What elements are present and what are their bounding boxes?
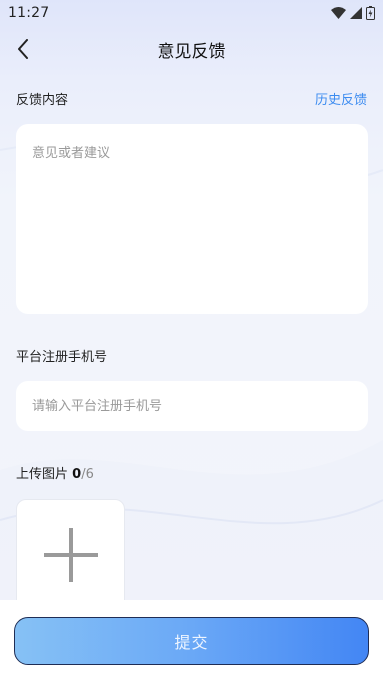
back-button[interactable] (10, 36, 36, 62)
navigation-bar: 意见反馈 (0, 26, 383, 72)
plus-icon (43, 528, 98, 582)
cellular-signal-icon (350, 7, 362, 19)
upload-images-label: 上传图片 0/6 (16, 463, 94, 482)
wifi-icon (331, 7, 346, 19)
history-feedback-link[interactable]: 历史反馈 (315, 89, 367, 108)
battery-icon (366, 6, 375, 20)
status-icons (331, 6, 375, 20)
upload-label-text: 上传图片 (16, 467, 69, 482)
page-title: 意见反馈 (157, 41, 226, 62)
status-time: 11:27 (8, 5, 50, 21)
status-bar: 11:27 (0, 0, 383, 26)
phone-input[interactable] (16, 381, 368, 431)
chevron-left-icon (18, 39, 28, 59)
submit-button[interactable]: 提交 (14, 617, 369, 665)
feedback-content-label: 反馈内容 (16, 93, 69, 108)
add-image-button[interactable] (16, 499, 125, 611)
phone-label: 平台注册手机号 (16, 350, 108, 365)
upload-count: 0 (72, 467, 82, 482)
upload-total: /6 (81, 467, 94, 482)
feedback-textarea[interactable] (16, 124, 368, 314)
